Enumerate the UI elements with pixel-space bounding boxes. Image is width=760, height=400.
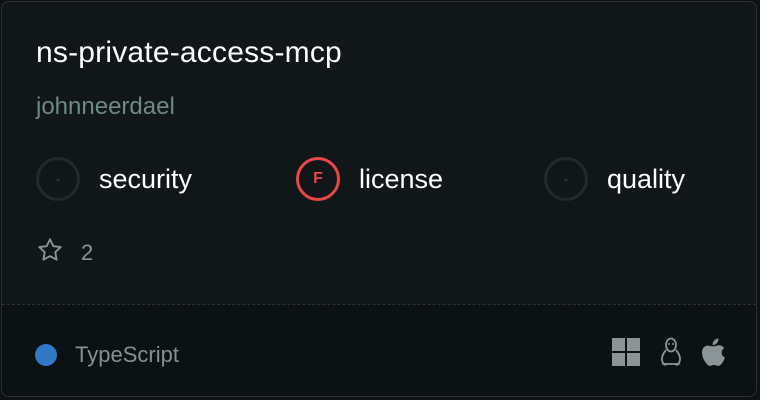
windows-icon <box>612 338 640 366</box>
score-quality-badge: - <box>544 157 588 201</box>
score-quality: - quality <box>544 155 685 203</box>
score-security: - security <box>36 155 192 203</box>
language-indicator: TypeScript <box>35 342 179 368</box>
star-count-value: 2 <box>81 239 94 265</box>
score-license: F license <box>296 155 443 203</box>
platform-list <box>594 337 726 367</box>
apple-icon <box>702 338 726 366</box>
language-name: TypeScript <box>75 342 179 367</box>
repo-owner[interactable]: johnneerdael <box>36 93 175 121</box>
score-license-badge: F <box>296 157 340 201</box>
star-icon <box>36 236 64 269</box>
card-footer: TypeScript <box>2 304 756 396</box>
repo-title[interactable]: ns-private-access-mcp <box>36 36 342 70</box>
score-quality-label: quality <box>607 163 686 194</box>
score-license-label: license <box>359 163 444 194</box>
linux-icon <box>658 337 684 367</box>
score-security-label: security <box>99 163 193 194</box>
language-color-dot <box>35 344 57 366</box>
star-count: 2 <box>36 236 93 269</box>
score-security-badge: - <box>36 157 80 201</box>
repo-card[interactable]: ns-private-access-mcp johnneerdael - sec… <box>1 1 757 397</box>
